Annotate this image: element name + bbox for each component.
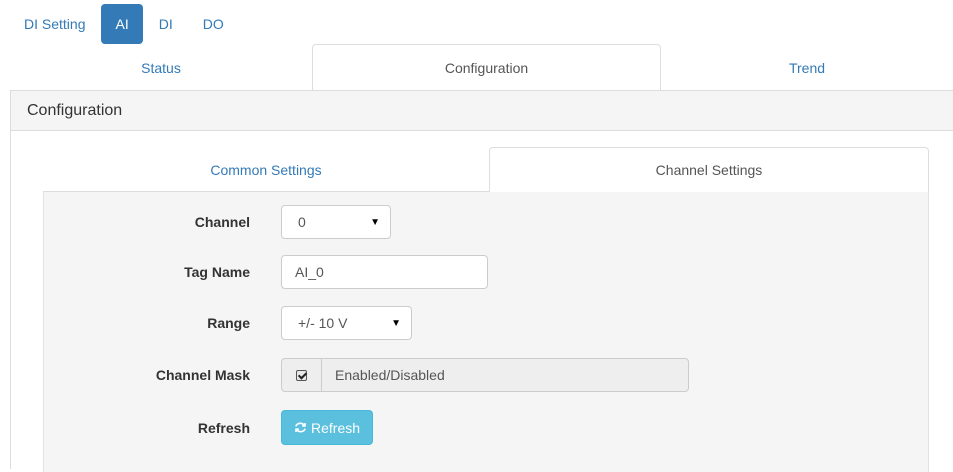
channel-label: Channel <box>194 214 250 230</box>
chevron-down-icon: ▼ <box>370 216 380 228</box>
tab-configuration[interactable]: Configuration <box>312 44 661 92</box>
range-select[interactable]: +/- 10 V ▼ <box>281 306 412 340</box>
channel-mask-checkbox[interactable] <box>296 369 307 381</box>
nav-ai[interactable]: AI <box>101 4 143 44</box>
channel-mask-group: Enabled/Disabled <box>281 358 689 392</box>
tag-name-input[interactable]: AI_0 <box>281 255 488 289</box>
range-value: +/- 10 V <box>298 315 348 331</box>
tab-channel-settings[interactable]: Channel Settings <box>489 147 929 193</box>
chevron-down-icon: ▼ <box>391 317 401 329</box>
nav-di[interactable]: DI <box>145 4 187 44</box>
channel-mask-text: Enabled/Disabled <box>321 358 689 392</box>
channel-mask-label: Channel Mask <box>155 367 250 383</box>
main-tabs: Status Configuration Trend <box>10 44 953 92</box>
configuration-panel: Configuration Common Settings Channel Se… <box>10 90 953 472</box>
tab-common-settings[interactable]: Common Settings <box>43 147 489 192</box>
tag-name-label: Tag Name <box>184 264 250 280</box>
refresh-icon <box>294 421 307 434</box>
channel-select[interactable]: 0 ▼ <box>281 205 391 239</box>
sub-tabs: Common Settings Channel Settings <box>43 147 929 193</box>
nav-do[interactable]: DO <box>189 4 238 44</box>
tab-trend[interactable]: Trend <box>661 44 953 91</box>
refresh-row: Refresh Refresh <box>44 410 930 445</box>
checkbox-addon <box>281 358 321 392</box>
channel-settings-form: Channel 0 ▼ Tag Name AI_0 Range +/- 10 V… <box>43 192 929 472</box>
top-nav: DI Setting AI DI DO <box>10 4 238 44</box>
channel-mask-row: Channel Mask Enabled/Disabled <box>44 358 930 392</box>
range-row: Range +/- 10 V ▼ <box>44 306 930 340</box>
channel-row: Channel 0 ▼ <box>44 205 930 239</box>
refresh-button-label: Refresh <box>311 419 361 436</box>
tab-status[interactable]: Status <box>10 44 312 91</box>
nav-di-setting[interactable]: DI Setting <box>10 4 99 44</box>
refresh-button[interactable]: Refresh <box>281 410 374 445</box>
tag-name-value: AI_0 <box>295 264 324 280</box>
range-label: Range <box>207 315 250 331</box>
panel-heading: Configuration <box>11 91 953 131</box>
refresh-label: Refresh <box>197 419 250 436</box>
channel-value: 0 <box>298 214 306 230</box>
tag-name-row: Tag Name AI_0 <box>44 255 930 289</box>
